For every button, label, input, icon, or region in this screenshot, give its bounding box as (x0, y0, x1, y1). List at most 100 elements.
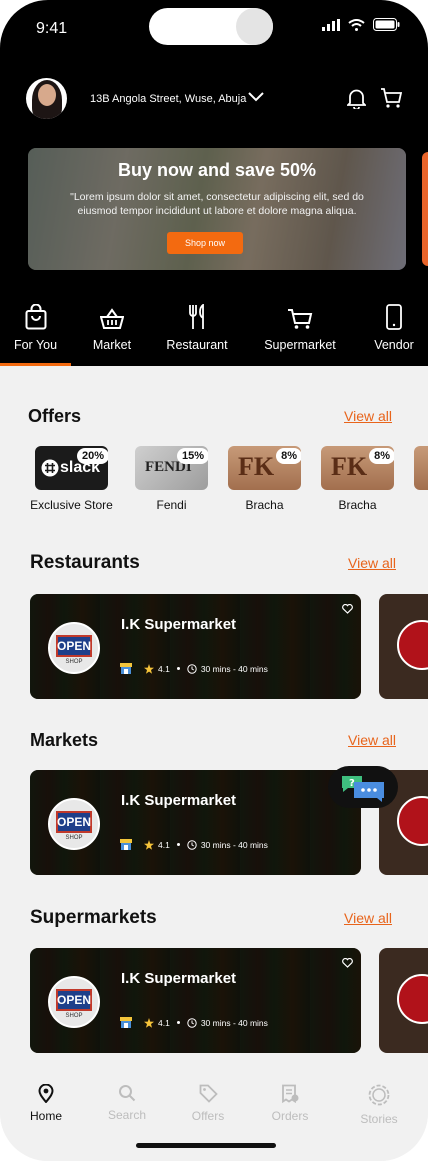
nav-label: Orders (271, 1109, 309, 1123)
offer-card-peek[interactable] (414, 446, 428, 490)
markets-view-all-link[interactable]: View all (348, 732, 396, 748)
peek-store-logo (397, 974, 428, 1024)
restaurants-view-all-link[interactable]: View all (348, 555, 396, 571)
store-card[interactable]: OPEN SHOP I.K Supermarket 4.1 30 mins - … (30, 770, 361, 875)
chat-bubbles-icon: ? (342, 776, 384, 802)
store-rating: 4.1 (158, 663, 170, 674)
store-card[interactable]: OPEN SHOP I.K Supermarket 4.1 30 mins - … (30, 594, 361, 699)
delivery-address[interactable]: 13B Angola Street, Wuse, Abuja (90, 93, 246, 105)
supermarkets-view-all-link[interactable]: View all (344, 910, 392, 926)
delivery-time: 30 mins - 40 mins (200, 663, 268, 674)
offer-card[interactable]: FENDI 15% (135, 446, 208, 490)
offer-brand: FK (331, 452, 368, 481)
peek-store-logo (397, 796, 428, 846)
offers-view-all-link[interactable]: View all (344, 408, 392, 424)
markets-title: Markets (30, 730, 99, 750)
store-rating: 4.1 (158, 839, 170, 850)
phone-screen: 9:41 13B Angola Street, Wuse, Abuja Buy … (0, 0, 428, 1161)
store-card-peek[interactable] (379, 594, 428, 699)
offer-image: FENDI 15% (135, 446, 208, 490)
meta-separator-dot (176, 667, 180, 670)
tab-market[interactable]: Market (76, 300, 148, 366)
delivery-time: 30 mins - 40 mins (200, 839, 268, 850)
home-pin-icon (38, 1084, 54, 1103)
chat-support-button[interactable]: ? (328, 766, 398, 808)
star-icon (144, 839, 154, 850)
chevron-down-icon[interactable] (247, 90, 265, 104)
supermarkets-title: Supermarkets (30, 907, 157, 928)
nav-home[interactable]: Home (11, 1084, 81, 1123)
avatar-face (38, 84, 56, 106)
store-icon (120, 663, 132, 674)
offer-name: Bracha (338, 498, 377, 512)
tab-label: Restaurant (166, 338, 228, 352)
dynamic-island (149, 8, 273, 45)
tab-supermarket[interactable]: Supermarket (262, 300, 338, 366)
offer-image (414, 446, 428, 490)
store-card[interactable]: OPEN SHOP I.K Supermarket 4.1 30 mins - … (30, 948, 361, 1053)
heart-icon[interactable] (342, 604, 353, 614)
phone-icon (386, 304, 402, 330)
offer-image: slack 20% (35, 446, 108, 490)
avatar[interactable] (26, 78, 67, 119)
store-logo: OPEN SHOP (48, 622, 100, 674)
active-tab-indicator (0, 363, 71, 366)
offer-card[interactable]: slack 20% (35, 446, 108, 490)
store-name: I.K Supermarket (121, 970, 237, 987)
fork-knife-icon (189, 304, 204, 329)
meta-separator-dot (176, 843, 180, 846)
store-logo: OPEN SHOP (48, 798, 100, 850)
nav-offers[interactable]: Offers (173, 1084, 243, 1123)
battery-icon (373, 18, 400, 31)
tab-label: For You (13, 338, 58, 352)
logo-subtext: SHOP (65, 659, 83, 665)
clock-icon (187, 839, 197, 850)
offers-title: Offers (28, 406, 82, 426)
tab-label: Market (92, 338, 132, 352)
nav-orders[interactable]: Orders (255, 1084, 325, 1123)
offer-image: FK 8% (321, 446, 394, 490)
search-icon (119, 1085, 136, 1102)
discount-badge: 8% (369, 448, 394, 464)
store-card-peek[interactable] (379, 948, 428, 1053)
offer-card[interactable]: FK 8% (228, 446, 301, 490)
nav-label: Offers (191, 1109, 225, 1123)
tab-vendor[interactable]: Vendor (364, 300, 424, 366)
store-logo: OPEN SHOP (48, 976, 100, 1028)
tab-label: Supermarket (264, 338, 336, 352)
store-rating: 4.1 (158, 1017, 170, 1028)
tab-for-you[interactable]: For You (0, 300, 71, 366)
nav-search[interactable]: Search (92, 1084, 162, 1122)
next-banner-peek[interactable] (422, 152, 428, 266)
restaurants-title: Restaurants (30, 552, 140, 573)
island-dot (236, 8, 273, 45)
logo-subtext: SHOP (65, 1013, 83, 1019)
store-icon (120, 1017, 132, 1028)
offer-brand: FK (238, 452, 275, 481)
nav-label: Search (107, 1108, 147, 1122)
peek-store-logo (397, 620, 428, 670)
shop-now-button[interactable]: Shop now (167, 232, 243, 254)
banner-body: "Lorem ipsum dolor sit amet, consectetur… (70, 191, 364, 217)
cart-icon[interactable] (380, 87, 402, 109)
bag-icon (25, 304, 46, 330)
clock-icon (187, 663, 197, 674)
star-icon (144, 663, 154, 674)
logo-subtext: SHOP (65, 835, 83, 841)
nav-stories[interactable]: Stories (344, 1084, 414, 1126)
heart-icon[interactable] (342, 958, 353, 968)
open-sign: OPEN (56, 811, 92, 833)
open-sign: OPEN (56, 635, 92, 657)
offer-card[interactable]: FK 8% (321, 446, 394, 490)
header-area: 9:41 13B Angola Street, Wuse, Abuja Buy … (0, 0, 428, 366)
tab-restaurant[interactable]: Restaurant (161, 300, 233, 366)
offer-name: Exclusive Store (30, 498, 113, 512)
store-meta: 4.1 30 mins - 40 mins (120, 663, 268, 674)
cart-icon (288, 309, 313, 329)
promo-banner[interactable]: Buy now and save 50% "Lorem ipsum dolor … (28, 148, 406, 270)
store-meta: 4.1 30 mins - 40 mins (120, 1017, 268, 1028)
tag-icon (199, 1084, 218, 1103)
bell-icon[interactable] (347, 88, 366, 109)
discount-badge: 15% (176, 448, 208, 464)
star-icon (144, 1017, 154, 1028)
